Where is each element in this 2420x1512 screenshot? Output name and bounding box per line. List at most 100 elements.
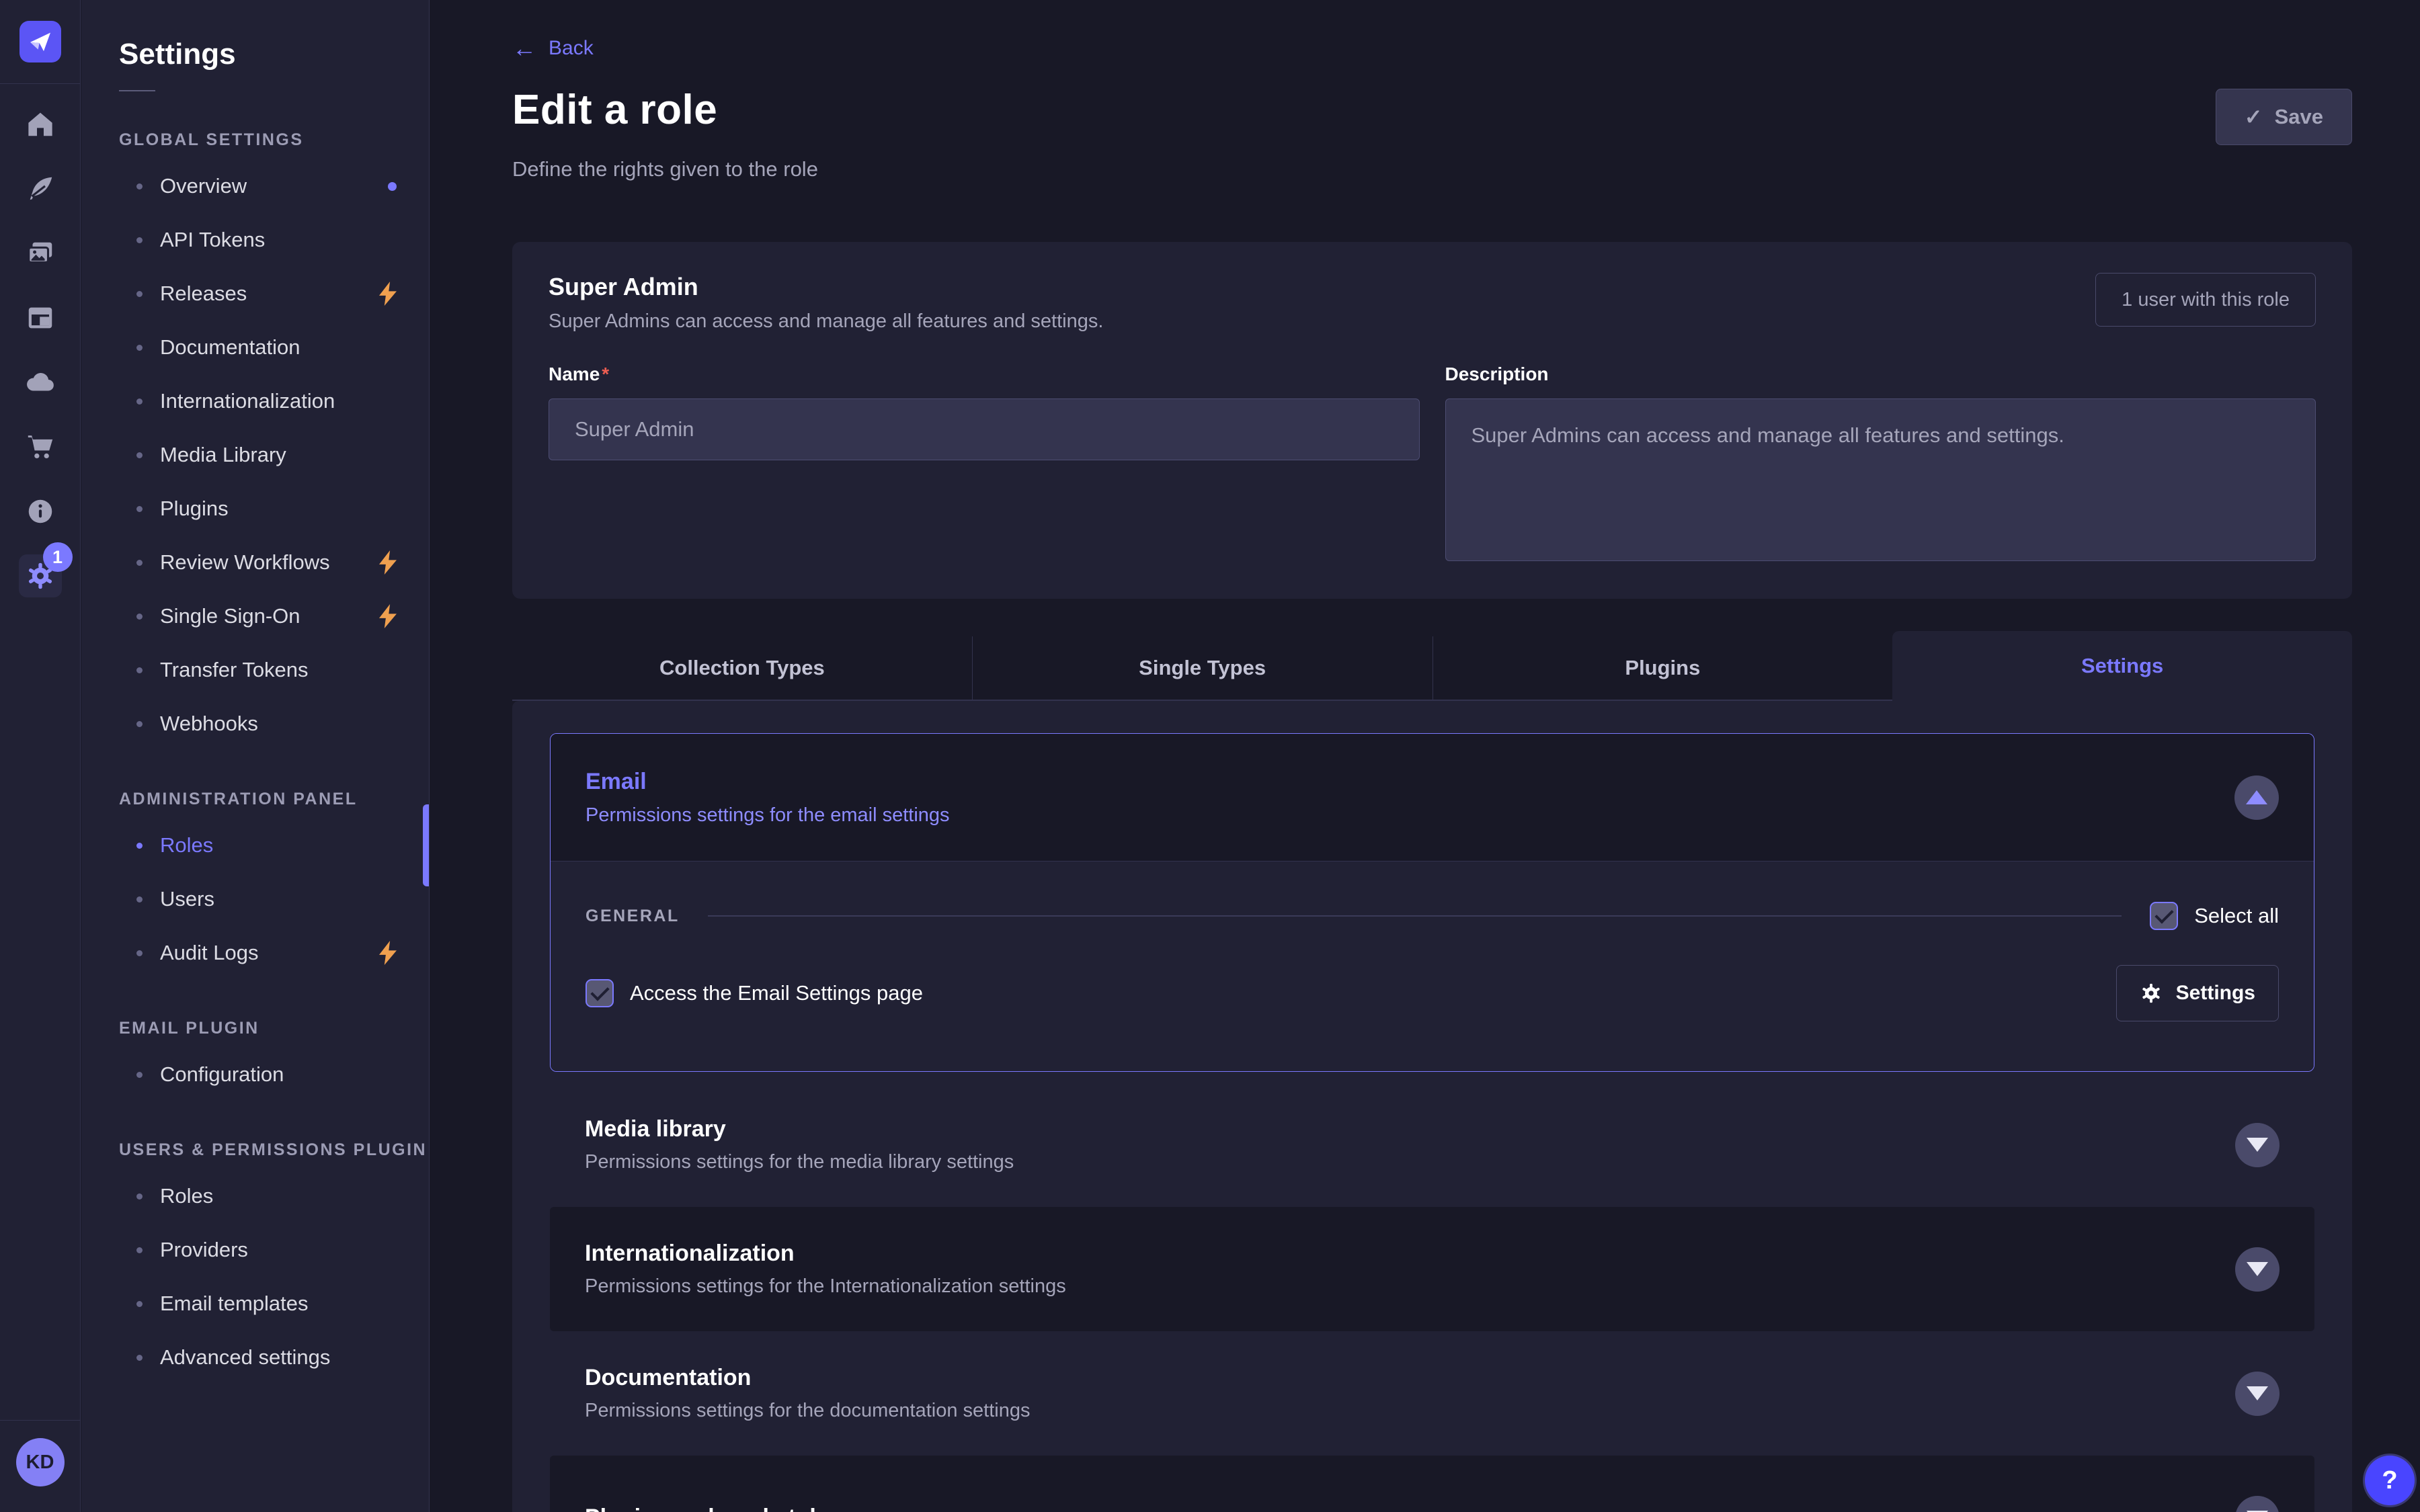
back-link[interactable]: ← Back xyxy=(512,36,594,60)
bullet-icon xyxy=(136,506,143,512)
permission-row: Access the Email Settings page xyxy=(586,965,2279,1021)
expand-button[interactable] xyxy=(2235,1123,2280,1167)
name-field[interactable] xyxy=(549,398,1420,460)
bullet-icon xyxy=(136,950,143,956)
description-field-group: Description Super Admins can access and … xyxy=(1445,364,2316,561)
permissions-tabs: Collection Types Single Types Plugins Se… xyxy=(512,631,2352,701)
tab-plugins[interactable]: Plugins xyxy=(1433,636,1893,701)
page-subtitle: Define the rights given to the role xyxy=(512,157,2352,181)
email-settings-button[interactable]: Settings xyxy=(2116,965,2279,1021)
settings-gear-icon[interactable]: 1 xyxy=(19,554,62,597)
sidebar-item-roles-up[interactable]: Roles xyxy=(81,1169,429,1223)
bullet-icon xyxy=(136,1072,143,1078)
accordion-media-library[interactable]: Media library Permissions settings for t… xyxy=(550,1083,2314,1207)
tab-settings[interactable]: Settings xyxy=(1892,631,2352,701)
bullet-icon xyxy=(136,667,143,673)
sidebar-item-review-workflows[interactable]: Review Workflows xyxy=(81,536,429,589)
accordion-internationalization[interactable]: Internationalization Permissions setting… xyxy=(550,1207,2314,1331)
sidebar-item-plugins[interactable]: Plugins xyxy=(81,482,429,536)
lightning-icon xyxy=(379,604,397,628)
expand-button[interactable] xyxy=(2235,1496,2280,1512)
bullet-icon xyxy=(136,398,143,405)
select-all-checkbox[interactable] xyxy=(2150,902,2178,930)
bullet-icon xyxy=(136,1301,143,1307)
users-with-role-button[interactable]: 1 user with this role xyxy=(2095,273,2316,327)
collapse-button[interactable] xyxy=(2234,775,2279,820)
settings-subnav: Settings GLOBAL SETTINGS Overview API To… xyxy=(81,0,430,1512)
icon-rail: 1 KD xyxy=(0,0,81,1512)
email-accordion-body: GENERAL Select all Access the Email Sett… xyxy=(551,862,2314,1071)
sidebar-item-internationalization[interactable]: Internationalization xyxy=(81,374,429,428)
sidebar-item-single-sign-on[interactable]: Single Sign-On xyxy=(81,589,429,643)
email-title: Email xyxy=(586,769,950,795)
chevron-down-icon xyxy=(2247,1386,2268,1400)
bullet-icon xyxy=(136,614,143,620)
expand-button[interactable] xyxy=(2235,1247,2280,1292)
bullet-icon xyxy=(136,183,143,190)
expand-button[interactable] xyxy=(2235,1372,2280,1416)
sidebar-item-configuration[interactable]: Configuration xyxy=(81,1048,429,1101)
accordion-titles: Documentation Permissions settings for t… xyxy=(585,1365,1031,1422)
role-form-fields: Name* Description Super Admins can acces… xyxy=(549,364,2316,561)
section-administration-panel: ADMINISTRATION PANEL Roles Users Audit L… xyxy=(81,790,429,980)
sidebar-item-providers[interactable]: Providers xyxy=(81,1223,429,1277)
section-header: GLOBAL SETTINGS xyxy=(119,130,429,150)
feather-icon[interactable] xyxy=(19,167,62,210)
accordion-titles: Media library Permissions settings for t… xyxy=(585,1116,1014,1173)
sidebar-item-users[interactable]: Users xyxy=(81,872,429,926)
role-card: Super Admin Super Admins can access and … xyxy=(512,242,2352,599)
help-button[interactable]: ? xyxy=(2365,1456,2415,1505)
sidebar-item-documentation[interactable]: Documentation xyxy=(81,321,429,374)
general-section-label: GENERAL xyxy=(586,907,680,926)
sidebar-item-media-library[interactable]: Media Library xyxy=(81,428,429,482)
sidebar-item-roles-admin[interactable]: Roles xyxy=(81,818,429,872)
accordion-plugins-and-marketplace[interactable]: Plugins and marketplace xyxy=(550,1456,2314,1512)
description-field[interactable]: Super Admins can access and manage all f… xyxy=(1445,398,2316,561)
chevron-down-icon xyxy=(2247,1138,2268,1152)
tab-single-types[interactable]: Single Types xyxy=(972,636,1433,701)
page-title: Edit a role xyxy=(512,86,717,134)
sidebar-item-advanced-settings[interactable]: Advanced settings xyxy=(81,1331,429,1384)
section-email-plugin: EMAIL PLUGIN Configuration xyxy=(81,1019,429,1101)
strapi-logo[interactable] xyxy=(19,21,61,62)
name-field-group: Name* xyxy=(549,364,1420,561)
email-accordion-header[interactable]: Email Permissions settings for the email… xyxy=(551,734,2314,862)
sidebar-item-webhooks[interactable]: Webhooks xyxy=(81,697,429,751)
sidebar-item-releases[interactable]: Releases xyxy=(81,267,429,321)
permission-checkbox[interactable] xyxy=(586,979,614,1007)
lightning-icon xyxy=(379,941,397,965)
sidebar-item-api-tokens[interactable]: API Tokens xyxy=(81,213,429,267)
info-icon[interactable] xyxy=(19,490,62,533)
bullet-icon xyxy=(136,1247,143,1253)
sidebar-item-transfer-tokens[interactable]: Transfer Tokens xyxy=(81,643,429,697)
bullet-icon xyxy=(136,896,143,902)
chevron-down-icon xyxy=(2247,1262,2268,1276)
sidebar-item-overview[interactable]: Overview xyxy=(81,159,429,213)
section-header: USERS & PERMISSIONS PLUGIN xyxy=(119,1140,429,1160)
lightning-icon xyxy=(379,282,397,306)
accordion-titles: Internationalization Permissions setting… xyxy=(585,1241,1066,1298)
rail-nav: 1 xyxy=(19,84,62,597)
cloud-icon[interactable] xyxy=(19,361,62,404)
role-card-titles: Super Admin Super Admins can access and … xyxy=(549,273,1103,333)
subnav-title: Settings xyxy=(119,38,429,71)
section-divider xyxy=(708,915,2122,917)
media-library-icon[interactable] xyxy=(19,232,62,275)
main-content: ← Back Edit a role ✓ Save Define the rig… xyxy=(430,0,2420,1512)
name-label: Name* xyxy=(549,364,609,384)
sidebar-item-email-templates[interactable]: Email templates xyxy=(81,1277,429,1331)
save-button[interactable]: ✓ Save xyxy=(2216,89,2352,145)
tab-collection-types[interactable]: Collection Types xyxy=(512,636,972,701)
cart-icon[interactable] xyxy=(19,425,62,468)
settings-tab-panel: Email Permissions settings for the email… xyxy=(512,701,2352,1512)
layout-icon[interactable] xyxy=(19,296,62,339)
avatar[interactable]: KD xyxy=(16,1438,65,1486)
home-icon[interactable] xyxy=(19,103,62,146)
gear-icon xyxy=(2140,982,2163,1005)
bullet-icon xyxy=(136,721,143,727)
permission-label: Access the Email Settings page xyxy=(630,981,923,1005)
bullet-icon xyxy=(136,1193,143,1200)
accordion-documentation[interactable]: Documentation Permissions settings for t… xyxy=(550,1331,2314,1456)
section-header: EMAIL PLUGIN xyxy=(119,1019,429,1038)
sidebar-item-audit-logs[interactable]: Audit Logs xyxy=(81,926,429,980)
